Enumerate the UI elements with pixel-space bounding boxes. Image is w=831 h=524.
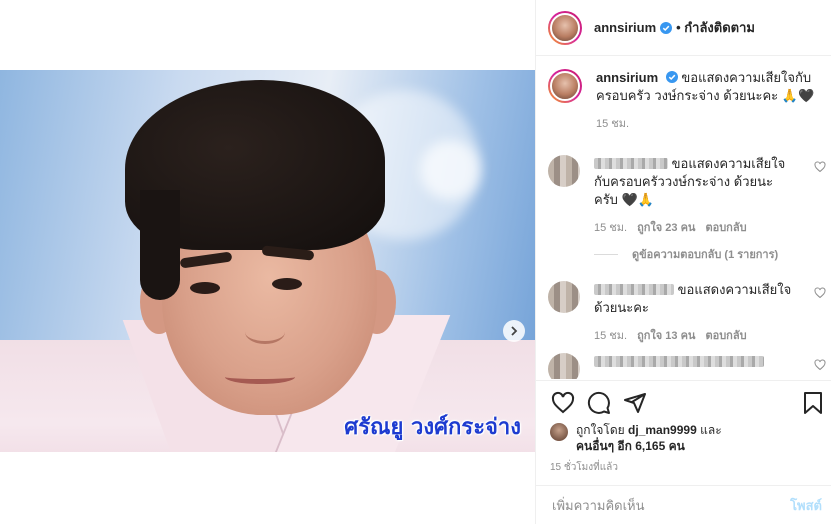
heart-icon[interactable] <box>814 359 826 371</box>
blurred-username[interactable] <box>594 356 764 367</box>
heart-icon[interactable] <box>551 391 575 415</box>
comment-meta: 15 ชม. ถูกใจ 23 คน ตอบกลับ <box>594 219 794 237</box>
liker-username[interactable]: dj_man9999 <box>628 423 697 437</box>
blurred-username[interactable] <box>594 284 674 295</box>
liker-avatar[interactable] <box>550 423 568 441</box>
comment-body: ขอแสดงความเสียใจด้วยนะคะ 15 ชม. ถูกใจ 13… <box>594 281 794 345</box>
image-caption: ศรัณยู วงศ์กระจ่าง <box>344 415 521 440</box>
comment-item: ขอแสดงความเสียใจด้วยนะคะ 15 ชม. ถูกใจ 13… <box>548 281 826 345</box>
verified-badge-icon <box>660 21 673 34</box>
sideburn <box>140 190 180 300</box>
profile-avatar[interactable] <box>548 10 582 45</box>
comment-input[interactable]: เพิ่มความคิดเห็น <box>552 495 790 516</box>
bookmark-icon[interactable] <box>802 391 824 415</box>
likes-and: และ <box>700 423 722 437</box>
others-count[interactable]: คนอื่นๆ อีก 6,165 คน <box>576 439 685 453</box>
post-timestamp[interactable]: 15 ชั่วโมงที่แล้ว <box>550 460 618 475</box>
heart-icon[interactable] <box>814 287 826 299</box>
commenter-avatar[interactable] <box>548 155 580 187</box>
avatar <box>550 12 580 43</box>
comment-likes[interactable]: ถูกใจ 23 คน <box>637 219 695 237</box>
blurred-username[interactable] <box>594 158 668 169</box>
comment-item: ขอแสดงความเสียใจกับครอบครัววงษ์กระจ่าง ด… <box>548 155 826 237</box>
action-bar <box>536 380 831 424</box>
caption-text-block: annsirium ขอแสดงความเสียใจกับครอบครัว วง… <box>596 69 826 133</box>
caption-time[interactable]: 15 ชม. <box>596 115 826 133</box>
comment-meta: 15 ชม. ถูกใจ 13 คน ตอบกลับ <box>594 327 794 345</box>
add-comment-bar: เพิ่มความคิดเห็น โพสต์ <box>536 485 831 524</box>
commenter-avatar[interactable] <box>548 353 580 379</box>
comment-time[interactable]: 15 ชม. <box>594 219 627 237</box>
view-replies-button[interactable]: ดูข้อความตอบกลับ (1 รายการ) <box>594 245 778 263</box>
nose <box>245 320 285 344</box>
bg-light <box>420 140 480 200</box>
comment-likes[interactable]: ถูกใจ 13 คน <box>637 327 695 345</box>
post-caption: annsirium ขอแสดงความเสียใจกับครอบครัว วง… <box>548 69 826 133</box>
post-sidebar: annsirium • กำลังติดตาม annsirium ขอแสดง… <box>535 0 831 524</box>
chevron-right-icon <box>511 326 518 336</box>
mouth <box>225 370 295 384</box>
caption-avatar[interactable] <box>548 69 582 103</box>
liked-by-label: ถูกใจโดย <box>576 423 625 437</box>
view-replies-label: ดูข้อความตอบกลับ (1 รายการ) <box>632 249 779 261</box>
comments-list: annsirium ขอแสดงความเสียใจกับครอบครัว วง… <box>536 57 831 379</box>
reply-button[interactable]: ตอบกลับ <box>705 327 746 345</box>
comment-body <box>594 353 794 379</box>
following-button[interactable]: • กำลังติดตาม <box>676 17 755 38</box>
post-header: annsirium • กำลังติดตาม <box>536 0 831 56</box>
post-image[interactable]: ศรัณยู วงศ์กระจ่าง <box>0 70 535 452</box>
eye-right <box>272 278 302 290</box>
header-username[interactable]: annsirium <box>594 20 656 35</box>
post-comment-button[interactable]: โพสต์ <box>790 495 822 516</box>
comment-time[interactable]: 15 ชม. <box>594 327 627 345</box>
next-image-button[interactable] <box>503 320 525 342</box>
divider <box>594 253 618 255</box>
commenter-avatar[interactable] <box>548 281 580 313</box>
comment-icon[interactable] <box>587 391 611 415</box>
avatar <box>550 71 580 101</box>
heart-icon[interactable] <box>814 161 826 173</box>
likes-summary: ถูกใจโดย dj_man9999 และ คนอื่นๆ อีก 6,16… <box>550 422 722 454</box>
reply-button[interactable]: ตอบกลับ <box>705 219 746 237</box>
likes-text: ถูกใจโดย dj_man9999 และ คนอื่นๆ อีก 6,16… <box>576 422 722 454</box>
instagram-post-modal: ศรัณยู วงศ์กระจ่าง annsirium • กำลังติดต… <box>0 0 831 524</box>
comment-body: ขอแสดงความเสียใจกับครอบครัววงษ์กระจ่าง ด… <box>594 155 794 237</box>
eye-left <box>190 282 220 294</box>
share-icon[interactable] <box>623 391 647 415</box>
verified-badge-icon <box>665 71 678 83</box>
comment-item <box>548 353 826 379</box>
caption-username[interactable]: annsirium <box>596 70 658 85</box>
